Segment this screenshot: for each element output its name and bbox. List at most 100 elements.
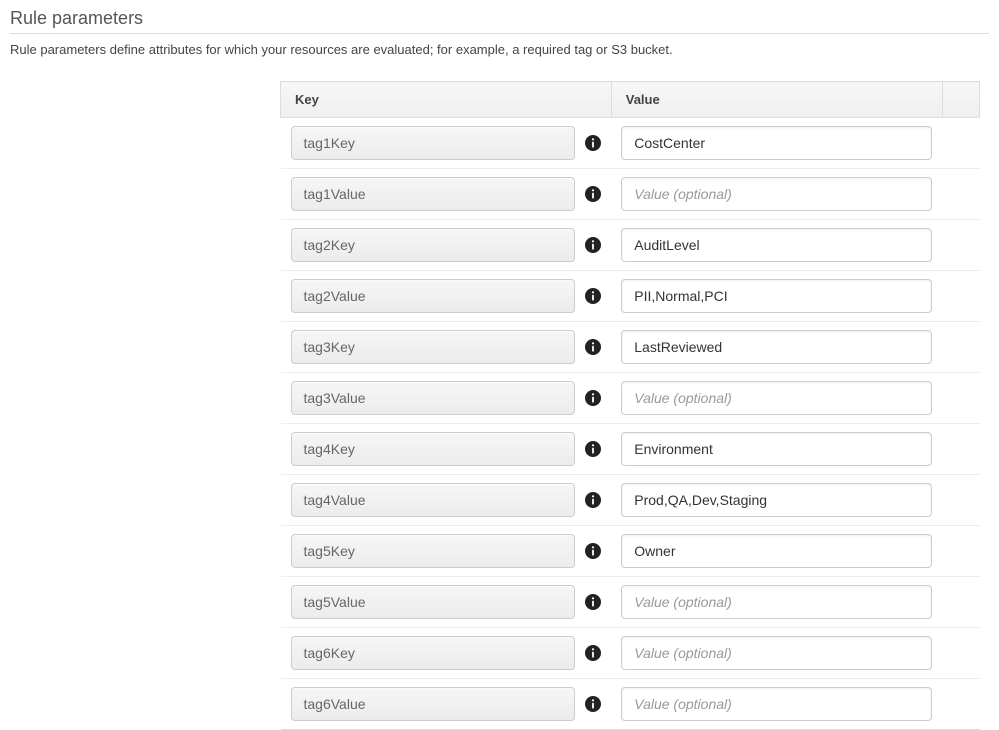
value-input[interactable] <box>621 177 932 211</box>
table-row: tag1Key <box>281 118 980 169</box>
key-field-wrap: tag4Key <box>291 432 602 466</box>
table-row: tag3Key <box>281 322 980 373</box>
blank-cell <box>942 271 980 322</box>
value-cell <box>611 373 942 424</box>
info-icon[interactable] <box>585 696 601 712</box>
info-icon[interactable] <box>585 288 601 304</box>
column-header-value: Value <box>611 82 942 118</box>
key-cell: tag6Value <box>281 679 612 730</box>
value-input[interactable] <box>621 483 932 517</box>
value-cell <box>611 424 942 475</box>
table-row: tag6Value <box>281 679 980 730</box>
key-field-wrap: tag1Value <box>291 177 602 211</box>
value-input[interactable] <box>621 534 932 568</box>
key-field-wrap: tag5Value <box>291 585 602 619</box>
key-cell: tag2Key <box>281 220 612 271</box>
blank-cell <box>942 118 980 169</box>
key-field-wrap: tag6Key <box>291 636 602 670</box>
value-input[interactable] <box>621 381 932 415</box>
page-title: Rule parameters <box>10 8 989 29</box>
key-field: tag4Value <box>291 483 576 517</box>
blank-cell <box>942 169 980 220</box>
key-cell: tag3Value <box>281 373 612 424</box>
blank-cell <box>942 220 980 271</box>
info-icon[interactable] <box>585 135 601 151</box>
value-cell <box>611 169 942 220</box>
key-field: tag3Key <box>291 330 576 364</box>
info-icon[interactable] <box>585 390 601 406</box>
value-input[interactable] <box>621 279 932 313</box>
blank-cell <box>942 424 980 475</box>
key-field: tag2Value <box>291 279 576 313</box>
key-field-wrap: tag4Value <box>291 483 602 517</box>
blank-cell <box>942 475 980 526</box>
key-cell: tag4Key <box>281 424 612 475</box>
key-field-wrap: tag2Key <box>291 228 602 262</box>
table-row: tag1Value <box>281 169 980 220</box>
key-cell: tag6Key <box>281 628 612 679</box>
table-row: tag4Key <box>281 424 980 475</box>
info-icon[interactable] <box>585 594 601 610</box>
value-input[interactable] <box>621 585 932 619</box>
key-field: tag2Key <box>291 228 576 262</box>
blank-cell <box>942 577 980 628</box>
info-icon[interactable] <box>585 237 601 253</box>
table-row: tag2Key <box>281 220 980 271</box>
blank-cell <box>942 679 980 730</box>
key-cell: tag5Key <box>281 526 612 577</box>
blank-cell <box>942 373 980 424</box>
blank-cell <box>942 322 980 373</box>
value-cell <box>611 628 942 679</box>
value-cell <box>611 271 942 322</box>
key-field: tag5Value <box>291 585 576 619</box>
key-cell: tag1Key <box>281 118 612 169</box>
key-cell: tag2Value <box>281 271 612 322</box>
key-field: tag3Value <box>291 381 576 415</box>
value-cell <box>611 118 942 169</box>
column-header-blank <box>942 82 980 118</box>
key-field: tag1Key <box>291 126 576 160</box>
key-field-wrap: tag5Key <box>291 534 602 568</box>
key-field-wrap: tag2Value <box>291 279 602 313</box>
key-field-wrap: tag3Value <box>291 381 602 415</box>
key-field: tag5Key <box>291 534 576 568</box>
key-cell: tag3Key <box>281 322 612 373</box>
key-field: tag6Key <box>291 636 576 670</box>
table-row: tag5Key <box>281 526 980 577</box>
value-cell <box>611 475 942 526</box>
value-input[interactable] <box>621 126 932 160</box>
key-cell: tag1Value <box>281 169 612 220</box>
blank-cell <box>942 526 980 577</box>
key-field: tag1Value <box>291 177 576 211</box>
divider <box>10 33 989 34</box>
value-input[interactable] <box>621 432 932 466</box>
rule-parameters-table-wrap: Key Value tag1Key tag1Value tag2Key tag2Val… <box>280 81 980 730</box>
column-header-key: Key <box>281 82 612 118</box>
value-input[interactable] <box>621 330 932 364</box>
blank-cell <box>942 628 980 679</box>
info-icon[interactable] <box>585 645 601 661</box>
key-field: tag4Key <box>291 432 576 466</box>
info-icon[interactable] <box>585 441 601 457</box>
value-cell <box>611 679 942 730</box>
key-field-wrap: tag1Key <box>291 126 602 160</box>
value-cell <box>611 220 942 271</box>
value-cell <box>611 577 942 628</box>
info-icon[interactable] <box>585 492 601 508</box>
table-row: tag4Value <box>281 475 980 526</box>
key-field-wrap: tag3Key <box>291 330 602 364</box>
info-icon[interactable] <box>585 186 601 202</box>
key-cell: tag4Value <box>281 475 612 526</box>
value-input[interactable] <box>621 228 932 262</box>
page-description: Rule parameters define attributes for wh… <box>10 42 989 57</box>
table-row: tag3Value <box>281 373 980 424</box>
key-cell: tag5Value <box>281 577 612 628</box>
rule-parameters-table: Key Value tag1Key tag1Value tag2Key tag2Val… <box>280 81 980 730</box>
table-row: tag5Value <box>281 577 980 628</box>
table-row: tag2Value <box>281 271 980 322</box>
value-cell <box>611 526 942 577</box>
table-row: tag6Key <box>281 628 980 679</box>
info-icon[interactable] <box>585 543 601 559</box>
value-input[interactable] <box>621 636 932 670</box>
info-icon[interactable] <box>585 339 601 355</box>
